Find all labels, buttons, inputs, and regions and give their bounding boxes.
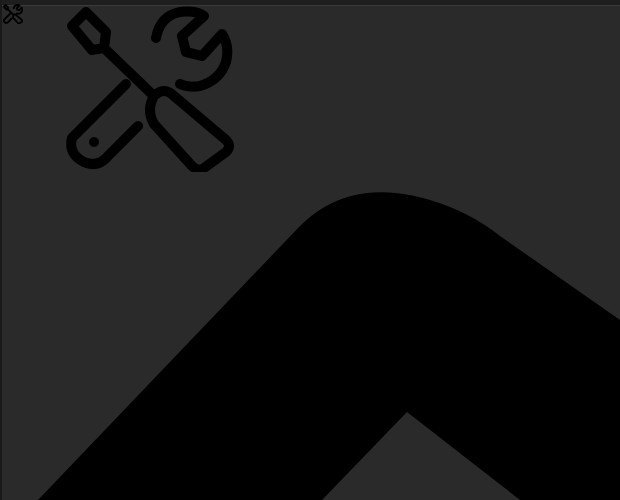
tools-icon <box>66 6 234 172</box>
tools-icon <box>3 4 23 24</box>
icon-preview-canvas <box>0 0 620 500</box>
